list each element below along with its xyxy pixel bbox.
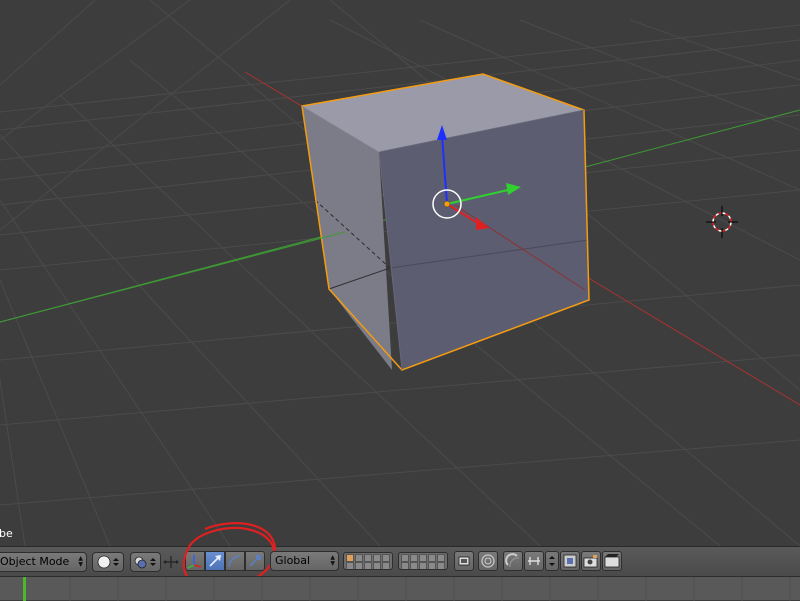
cube-object[interactable] (301, 73, 590, 371)
viewport-scene (0, 0, 800, 546)
snap-target-icon[interactable] (560, 551, 580, 571)
pivot-point-icon (134, 556, 156, 569)
timeline-area[interactable] (0, 576, 800, 601)
orientation-select[interactable]: Global ▲ ▼ (270, 551, 339, 571)
proportional-edit-icon[interactable] (478, 551, 498, 571)
pivot-select[interactable] (130, 552, 161, 572)
active-object-label: be (0, 527, 13, 540)
shading-select[interactable] (92, 552, 124, 572)
timeline-grid (69, 577, 791, 601)
render-opengl-icon[interactable] (581, 551, 601, 571)
solid-sphere-icon (97, 555, 119, 569)
current-frame-marker[interactable] (23, 577, 26, 601)
mode-select-value: Object Mode (0, 555, 70, 568)
snap-magnet-icon[interactable] (503, 551, 523, 571)
layer-grid-icon[interactable] (398, 552, 448, 570)
layer-grid-icon[interactable] (343, 552, 393, 570)
snap-element-icon[interactable] (524, 551, 544, 571)
render-animation-icon[interactable] (602, 551, 622, 571)
lock-layers-icon[interactable] (454, 551, 474, 571)
cube-face-front (379, 110, 589, 370)
orientation-select-value: Global (275, 554, 311, 567)
chevron-updown-icon: ▲ ▼ (78, 555, 83, 568)
chevron-updown-icon: ▲ ▼ (330, 554, 335, 567)
mode-select[interactable]: Object Mode ▲ ▼ (0, 552, 87, 572)
snap-target-icon[interactable] (545, 551, 559, 571)
3d-cursor-icon (706, 206, 738, 238)
3d-viewport[interactable]: be (0, 0, 800, 546)
